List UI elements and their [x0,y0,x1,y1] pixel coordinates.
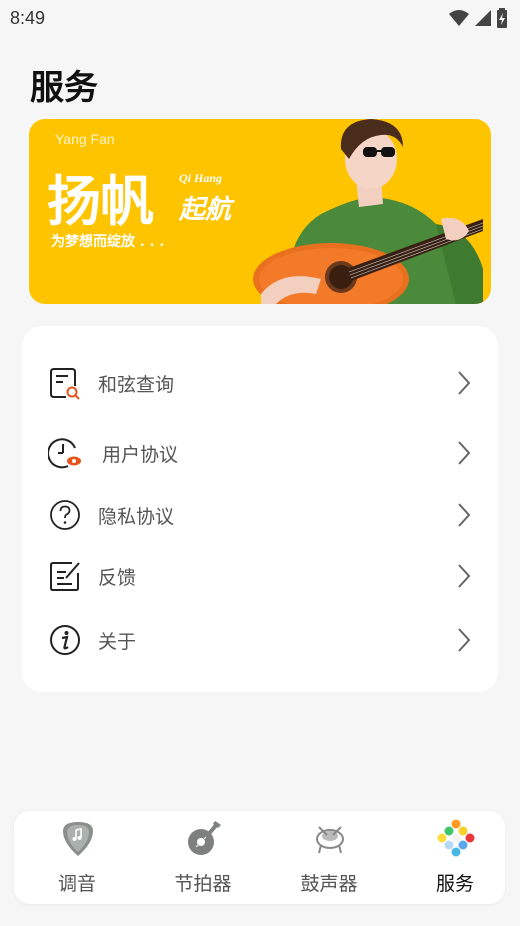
guitarist-illustration [253,119,484,304]
chevron-right-icon [458,564,471,588]
banner-title: 扬帆 [47,169,154,233]
chord-search-icon [50,368,80,400]
feedback-edit-icon [50,562,80,591]
page-title: 服务 [30,68,98,108]
pick-tuner-icon [63,822,93,856]
menu-item-label: 关于 [98,630,137,653]
menu-item-chord-search[interactable]: 和弦查询 [22,355,498,411]
promo-banner[interactable]: Yang Fan 扬帆 Qi Hang 起航 为梦想而绽放 . . . [29,119,491,304]
signal-icon [475,10,491,26]
service-menu-card: 和弦查询 用户协议 隐私协议 反馈 关于 [22,326,498,692]
tab-metronome[interactable]: 节拍器 [142,811,264,904]
privacy-help-icon [50,500,80,530]
status-icons [448,8,508,28]
menu-item-about[interactable]: 关于 [22,612,498,668]
banner-en-top: Yang Fan [55,131,115,147]
banner-subtitle: 起航 [179,195,232,225]
user-agreement-icon [48,438,81,469]
tab-label: 节拍器 [174,873,232,895]
menu-item-label: 用户协议 [102,443,179,466]
menu-item-privacy[interactable]: 隐私协议 [22,487,498,543]
tab-service[interactable]: 服务 [394,811,516,904]
status-bar: 8:49 [0,0,520,36]
menu-item-label: 隐私协议 [98,505,175,528]
tab-label: 鼓声器 [300,873,358,895]
chevron-right-icon [458,628,471,652]
bottom-tab-bar: 调音 节拍器 鼓声器 服务 [14,811,505,904]
status-time: 8:49 [10,7,46,28]
tab-drum[interactable]: 鼓声器 [268,811,390,904]
chevron-right-icon [458,371,471,395]
tab-label: 服务 [435,873,474,895]
guitar-metronome-icon [188,821,221,855]
chevron-right-icon [458,441,471,465]
banner-small-en: Qi Hang [179,171,223,185]
menu-item-feedback[interactable]: 反馈 [22,548,498,604]
menu-item-label: 反馈 [98,566,137,589]
chevron-right-icon [458,503,471,527]
colorful-dots-icon [437,819,475,857]
menu-item-user-agreement[interactable]: 用户协议 [22,425,498,481]
banner-slogan: 为梦想而绽放 . . . [51,234,165,250]
wifi-icon [449,10,469,26]
battery-icon [497,8,507,28]
tab-tuner[interactable]: 调音 [16,811,138,904]
menu-item-label: 和弦查询 [98,373,175,396]
drum-icon [316,826,344,854]
tab-label: 调音 [57,873,96,895]
info-icon [50,625,80,655]
